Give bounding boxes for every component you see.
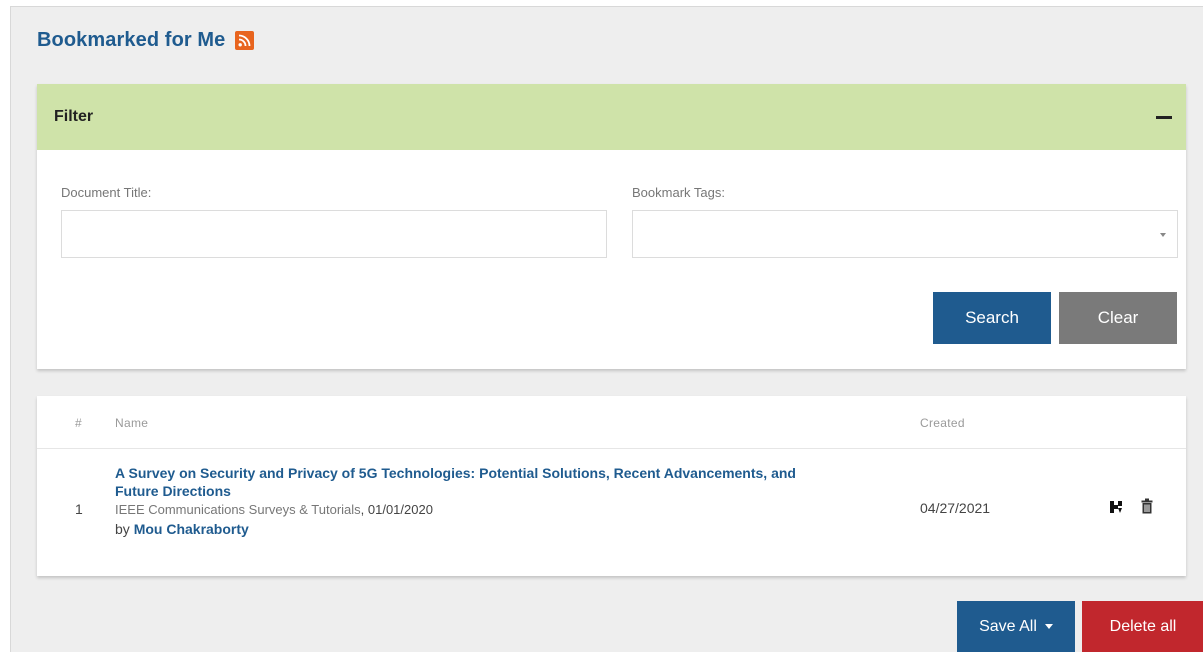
filter-title: Filter (54, 108, 94, 125)
column-header-created[interactable]: Created (920, 416, 965, 430)
filter-header[interactable]: Filter (37, 84, 1186, 150)
trash-icon[interactable] (1141, 498, 1153, 519)
save-all-button[interactable]: Save All (957, 601, 1075, 652)
document-author: by Mou Chakraborty (115, 521, 825, 537)
search-button[interactable]: Search (933, 292, 1051, 344)
header-divider (37, 448, 1186, 449)
bookmark-tags-label: Bookmark Tags: (632, 185, 725, 200)
journal-name: IEEE Communications Surveys & Tutorials (115, 502, 361, 517)
clear-button[interactable]: Clear (1059, 292, 1177, 344)
created-date: 04/27/2021 (920, 500, 991, 516)
caret-down-icon (1044, 624, 1053, 629)
bookmarks-page: Bookmarked for Me Filter Document Title:… (10, 6, 1203, 652)
bookmarks-table: # Name Created 1 A Survey on Security an… (37, 396, 1186, 576)
document-title-label: Document Title: (61, 185, 152, 200)
column-header-name[interactable]: Name (115, 416, 148, 430)
document-title-link[interactable]: A Survey on Security and Privacy of 5G T… (115, 464, 825, 500)
row-document: A Survey on Security and Privacy of 5G T… (115, 464, 825, 537)
column-header-number: # (75, 416, 82, 430)
save-icon[interactable] (1109, 500, 1123, 519)
page-title: Bookmarked for Me (37, 29, 226, 51)
author-prefix: by (115, 521, 134, 537)
author-link[interactable]: Mou Chakraborty (134, 521, 249, 537)
bookmark-tags-select[interactable] (632, 210, 1178, 258)
rss-feed-icon[interactable] (235, 31, 255, 50)
publication-date: , 01/01/2020 (360, 502, 433, 517)
filter-panel: Filter Document Title: Bookmark Tags: Se… (37, 84, 1186, 369)
delete-all-button[interactable]: Delete all (1082, 601, 1203, 652)
chevron-down-icon (1160, 233, 1166, 237)
row-number: 1 (75, 501, 83, 517)
save-all-label: Save All (979, 617, 1037, 635)
document-source: IEEE Communications Surveys & Tutorials,… (115, 502, 825, 517)
document-title-input[interactable] (61, 210, 607, 258)
minus-icon[interactable] (1156, 115, 1172, 119)
title-row: Bookmarked for Me (37, 29, 255, 52)
